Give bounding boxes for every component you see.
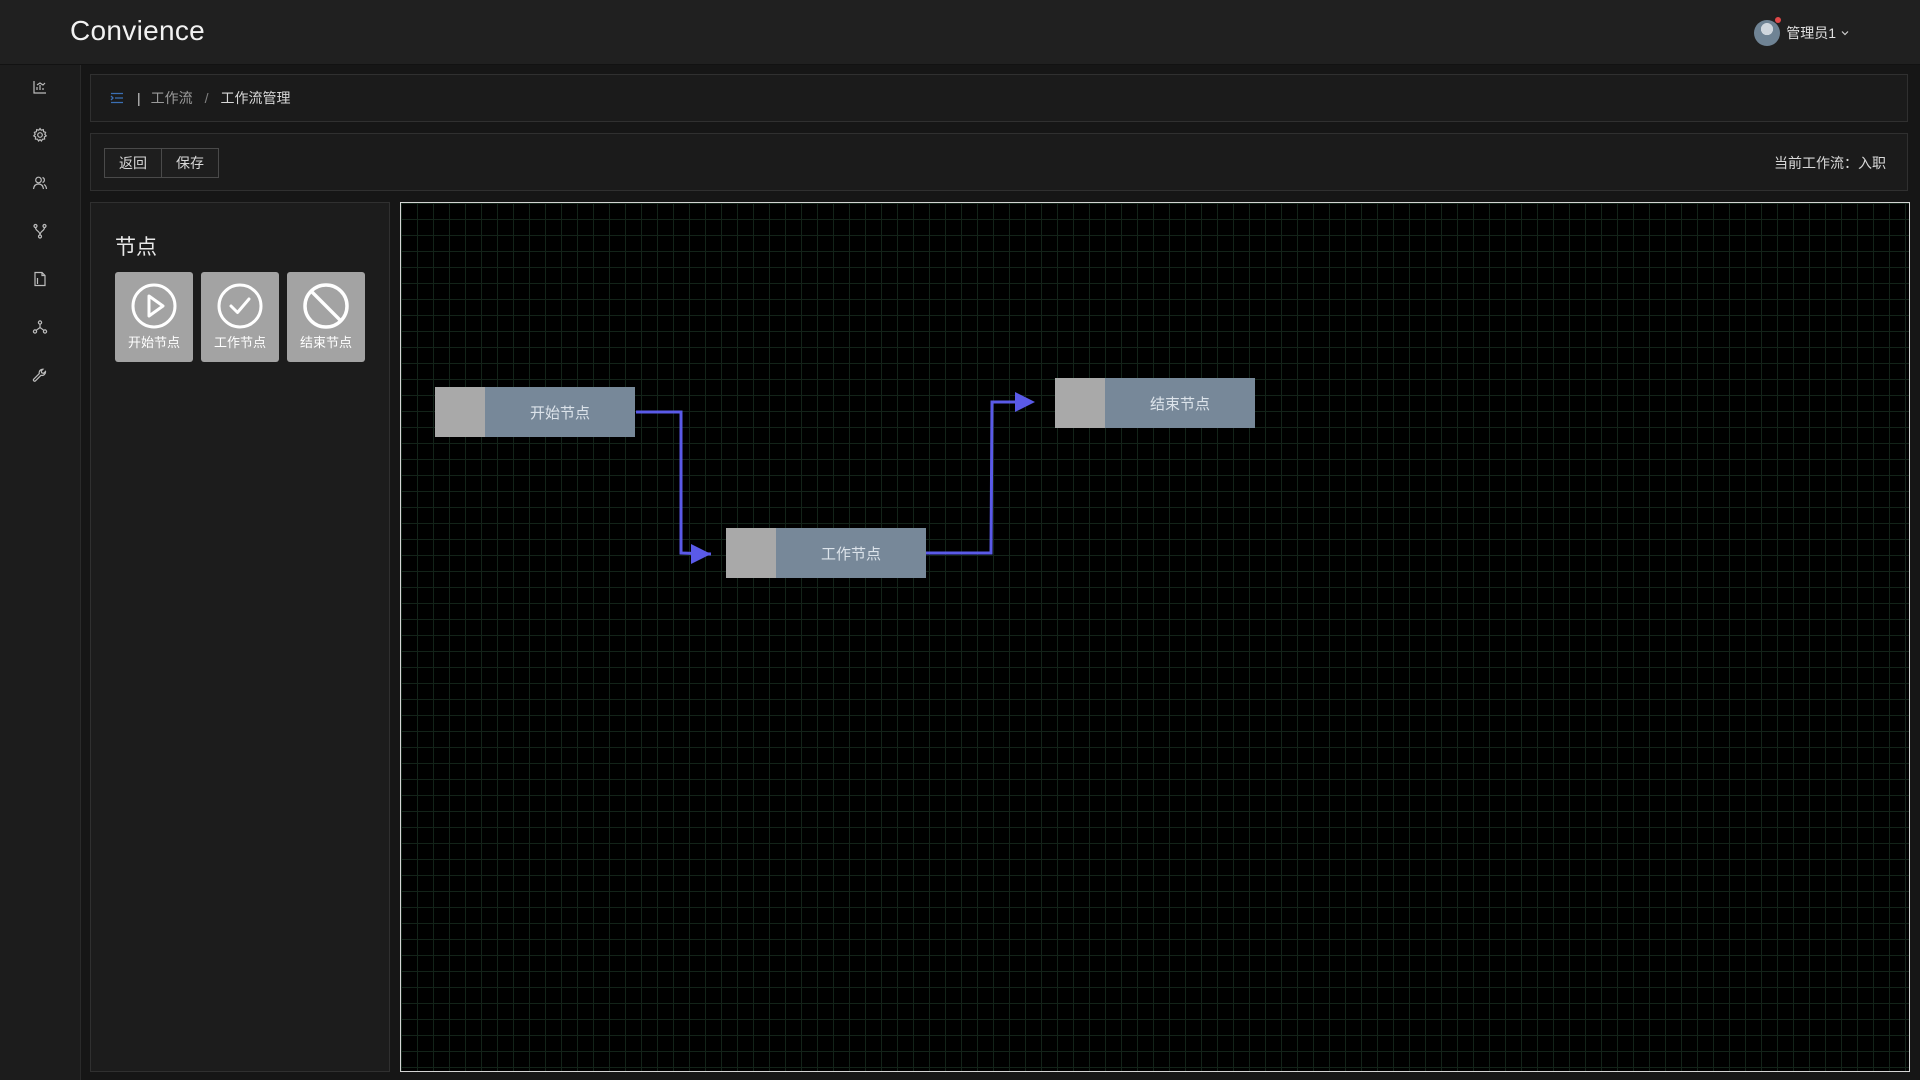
breadcrumb-divider: | [137, 90, 141, 106]
avatar[interactable] [1754, 17, 1782, 46]
connection-work-to-end[interactable] [926, 400, 1021, 555]
app-title: Convience [70, 15, 206, 46]
toolbar: 返回 保存 当前工作流：入职 [90, 133, 1908, 191]
menu-fold-icon[interactable] [109, 90, 125, 106]
workflow-node-end[interactable]: 结束节点 [1055, 378, 1255, 428]
node-handle[interactable] [726, 528, 776, 578]
sidebar [0, 65, 81, 1080]
save-button[interactable]: 保存 [162, 148, 219, 178]
connection-start-to-work-arrow [691, 544, 711, 564]
play-circle-icon [131, 283, 177, 329]
node-palette: 开始节点 工作节点 结束节点 [115, 272, 373, 362]
palette-end-node-label: 结束节点 [299, 335, 352, 350]
breadcrumb-item-workflow[interactable]: 工作流 [151, 88, 193, 108]
stop-circle-icon [303, 283, 349, 329]
palette-start-node-label: 开始节点 [127, 335, 180, 350]
node-label: 开始节点 [485, 387, 635, 437]
action-button-group: 返回 保存 [104, 148, 219, 178]
breadcrumb-item-workflow-management: 工作流管理 [220, 90, 291, 106]
workflow-branch-icon[interactable] [30, 221, 50, 241]
top-bar: Convience 管理员1 [0, 0, 1920, 65]
connection-work-to-end-arrow [1015, 392, 1035, 412]
palette-start-node[interactable]: 开始节点 [115, 272, 193, 362]
connection-start-to-work[interactable] [636, 410, 712, 556]
palette-work-node-label: 工作节点 [213, 335, 266, 350]
gear-icon[interactable] [30, 125, 50, 145]
node-handle[interactable] [435, 387, 485, 437]
user-menu[interactable]: 管理员1 [1754, 17, 1850, 47]
panel-title: 节点 [115, 236, 157, 259]
chevron-down-icon[interactable] [1840, 28, 1850, 38]
workflow-canvas[interactable]: 开始节点 工作节点 结束节点 [400, 202, 1910, 1072]
notification-dot [1775, 17, 1782, 23]
connections-layer [636, 392, 1035, 564]
node-handle[interactable] [1055, 378, 1105, 428]
workflow-node-start[interactable]: 开始节点 [435, 387, 635, 437]
node-palette-panel: 节点 开始节点 工作节点 结束节点 [90, 202, 390, 1072]
breadcrumb: | 工作流 / 工作流管理 [90, 74, 1908, 122]
user-name[interactable]: 管理员1 [1786, 23, 1836, 43]
breadcrumb-separator: / [204, 90, 209, 106]
document-icon[interactable] [30, 269, 50, 289]
cluster-icon[interactable] [30, 317, 50, 337]
palette-work-node[interactable]: 工作节点 [201, 272, 279, 362]
wrench-icon[interactable] [30, 365, 50, 385]
workflow-node-work[interactable]: 工作节点 [726, 528, 926, 578]
current-workflow-label: 当前工作流：入职 [1774, 155, 1886, 171]
node-label: 工作节点 [776, 528, 926, 578]
users-icon[interactable] [30, 173, 50, 193]
chart-icon[interactable] [30, 77, 50, 97]
node-label: 结束节点 [1105, 378, 1255, 428]
back-button[interactable]: 返回 [104, 148, 162, 178]
palette-end-node[interactable]: 结束节点 [287, 272, 365, 362]
check-circle-icon [217, 283, 263, 329]
